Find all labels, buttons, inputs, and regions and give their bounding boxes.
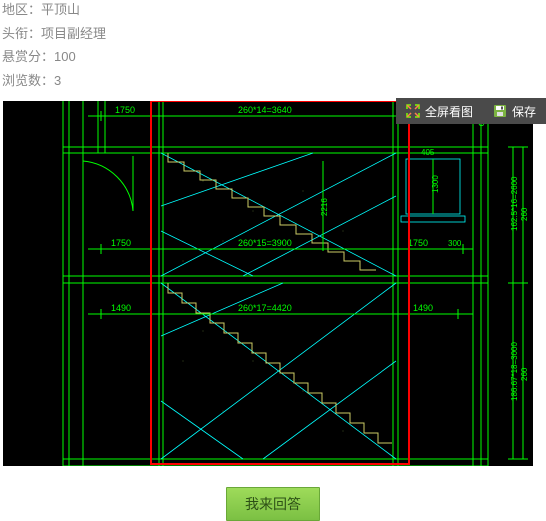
svg-text:186.67*18=3000: 186.67*18=3000: [510, 342, 519, 402]
svg-text:162.5*16=2600: 162.5*16=2600: [510, 176, 519, 231]
svg-text:1300: 1300: [431, 175, 440, 193]
views-label: 浏览数：: [2, 73, 54, 88]
title-label: 头衔：: [2, 26, 41, 41]
region-value: 平顶山: [41, 2, 80, 17]
answer-row: 我来回答: [0, 487, 546, 521]
svg-text:1490: 1490: [413, 303, 433, 313]
svg-text:405: 405: [421, 148, 435, 157]
answer-button[interactable]: 我来回答: [226, 487, 320, 521]
views-value: 3: [54, 73, 61, 88]
region-line: 地区：平顶山: [2, 0, 544, 20]
title-value: 项目副经理: [41, 26, 106, 41]
svg-text:1750: 1750: [115, 105, 135, 115]
title-line: 头衔：项目副经理: [2, 24, 544, 44]
views-line: 浏览数：3: [2, 71, 544, 91]
svg-text:2216: 2216: [320, 198, 329, 216]
svg-text:260: 260: [520, 367, 529, 381]
svg-text:1750: 1750: [111, 238, 131, 248]
meta-info: 地区：平顶山 头衔：项目副经理 悬赏分：100 浏览数：3: [0, 0, 546, 90]
reward-label: 悬赏分：: [2, 49, 54, 64]
fullscreen-icon: [406, 104, 420, 118]
drawing-area: 全屏看图 保存: [0, 98, 546, 469]
region-label: 地区：: [2, 2, 41, 17]
fullscreen-button[interactable]: 全屏看图: [396, 98, 483, 124]
fullscreen-label: 全屏看图: [425, 103, 473, 120]
svg-text:260*15=3900: 260*15=3900: [238, 238, 292, 248]
save-label: 保存: [512, 103, 536, 120]
svg-text:300: 300: [448, 239, 462, 248]
svg-text:260*17=4420: 260*17=4420: [238, 303, 292, 313]
save-button[interactable]: 保存: [483, 98, 546, 124]
cad-drawing[interactable]: 1750 260*14=3640 C 405 1300 2216 1750 26…: [0, 98, 536, 469]
reward-value: 100: [54, 49, 76, 64]
svg-text:1490: 1490: [111, 303, 131, 313]
svg-text:260*14=3640: 260*14=3640: [238, 105, 292, 115]
save-icon: [493, 104, 507, 118]
reward-line: 悬赏分：100: [2, 47, 544, 67]
image-toolbar: 全屏看图 保存: [396, 98, 546, 124]
svg-text:260: 260: [520, 207, 529, 221]
svg-text:1750: 1750: [408, 238, 428, 248]
